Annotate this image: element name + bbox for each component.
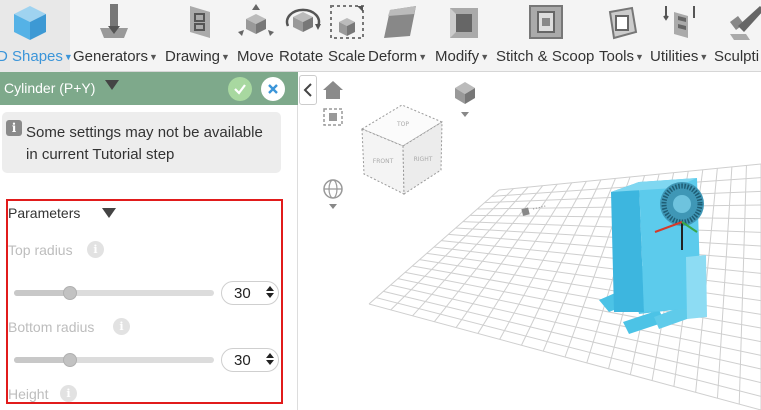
slider-fill: [14, 290, 70, 296]
main-toolbar: D Shapes▼ Generators▼ Drawing▼ Move Rota: [0, 0, 761, 72]
top-radius-input[interactable]: 30: [221, 281, 279, 305]
app-window: D Shapes▼ Generators▼ Drawing▼ Move Rota: [0, 0, 761, 410]
viewcube[interactable]: TOP FRONT RIGHT: [360, 104, 444, 195]
cube-icon: [10, 2, 50, 42]
parameters-section: Parameters Top radius i 30 Bottom radius…: [0, 199, 298, 409]
panel-header: Cylinder (P+Y): [0, 72, 298, 105]
panel-title: Cylinder (P+Y): [4, 80, 96, 96]
bottom-radius-slider[interactable]: [14, 353, 214, 367]
toolbar-stitch-scoop[interactable]: Stitch & Scoop: [496, 0, 596, 72]
bottom-radius-input[interactable]: 30: [221, 348, 279, 372]
toolbar-scale[interactable]: Scale: [328, 0, 366, 72]
toolbar-label: Modify: [435, 48, 480, 65]
panel-title-dropdown-icon[interactable]: [105, 80, 119, 90]
toolbar-generators[interactable]: Generators▼: [72, 0, 162, 72]
check-icon: [234, 84, 246, 95]
utilities-icon: [660, 2, 700, 42]
cylinder-gear: [660, 182, 704, 226]
note-text: Some settings may not be available in cu…: [26, 124, 263, 163]
top-radius-slider[interactable]: [14, 286, 214, 300]
toolbar-3d-shapes[interactable]: D Shapes▼: [0, 0, 73, 72]
stepper-icon[interactable]: [266, 353, 274, 367]
toolbar-label: Deform: [368, 48, 418, 65]
top-radius-label: Top radius: [8, 242, 73, 258]
toolbar-label: Stitch & Scoop: [496, 48, 595, 65]
3d-viewport[interactable]: TOP FRONT RIGHT ■ ·····: [299, 72, 761, 410]
grid-line: [716, 166, 733, 399]
drawing-icon: [180, 2, 220, 42]
bottom-radius-value: 30: [234, 352, 251, 369]
help-icon[interactable]: i: [87, 241, 104, 258]
top-radius-value: 30: [234, 285, 251, 302]
help-icon[interactable]: i: [60, 385, 77, 402]
slider-thumb[interactable]: [63, 286, 77, 300]
toolbar-label: Scale: [328, 48, 366, 65]
rotate-icon: [283, 2, 323, 42]
toolbar-label: Utilities: [650, 48, 699, 65]
cancel-button[interactable]: [261, 77, 285, 101]
close-icon: [268, 84, 278, 94]
toolbar-modify[interactable]: Modify▼: [434, 0, 494, 72]
slider-fill: [14, 357, 70, 363]
toolbar-label: Sculpti: [714, 48, 760, 65]
viewcube-top-label: TOP: [396, 121, 409, 128]
help-icon[interactable]: i: [113, 318, 130, 335]
tutorial-note: i Some settings may not be available in …: [2, 112, 281, 173]
toolbar-sculpting[interactable]: Sculpti: [714, 0, 761, 72]
grid-line: [405, 271, 761, 343]
toolbar-drawing[interactable]: Drawing▼: [164, 0, 234, 72]
info-icon: i: [6, 120, 22, 136]
stepper-icon[interactable]: [266, 286, 274, 300]
bottom-radius-label: Bottom radius: [8, 319, 95, 335]
viewcube-right-label: RIGHT: [414, 156, 433, 163]
height-label: Height: [8, 386, 49, 402]
toolbar-label: Generators: [73, 48, 149, 65]
tools-icon: [602, 2, 642, 42]
toolbar-label: Drawing: [165, 48, 221, 65]
parameters-title[interactable]: Parameters: [8, 205, 80, 221]
scale-icon: [327, 2, 367, 42]
grid-scale-label: ■ ·····: [520, 202, 547, 218]
generator-icon: [94, 2, 134, 42]
viewcube-front-label: FRONT: [373, 158, 394, 165]
stitch-icon: [526, 2, 566, 42]
tool-panel: Cylinder (P+Y) i Some settings may not b…: [0, 72, 298, 410]
toolbar-utilities[interactable]: Utilities▼: [650, 0, 712, 72]
slider-thumb[interactable]: [63, 353, 77, 367]
parameters-collapse-icon[interactable]: [102, 208, 116, 218]
toolbar-label: Rotate: [279, 48, 324, 65]
toolbar-label: Move: [237, 48, 274, 65]
accept-button[interactable]: [228, 77, 252, 101]
sculpt-icon: [726, 2, 761, 42]
modify-icon: [444, 2, 484, 42]
toolbar-deform[interactable]: Deform▼: [368, 0, 428, 72]
toolbar-tools[interactable]: Tools▼: [598, 0, 648, 72]
model[interactable]: [599, 178, 707, 334]
toolbar-move[interactable]: Move: [236, 0, 278, 72]
move-icon: [236, 2, 276, 42]
deform-icon: [380, 2, 420, 42]
toolbar-label: D Shapes: [0, 48, 63, 65]
grid-line: [433, 246, 761, 288]
toolbar-rotate[interactable]: Rotate: [279, 0, 326, 72]
scene-canvas: TOP FRONT RIGHT ■ ·····: [360, 104, 761, 410]
toolbar-label: Tools: [599, 48, 635, 65]
